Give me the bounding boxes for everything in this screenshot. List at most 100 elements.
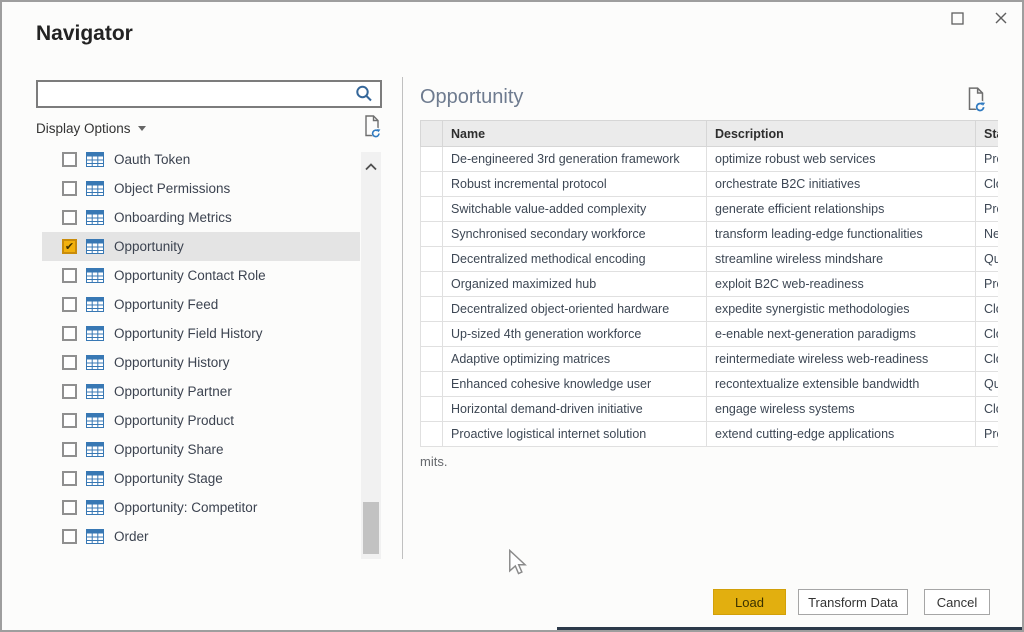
search-icon[interactable] (354, 84, 374, 104)
row-gutter-cell (421, 197, 443, 222)
table-row: Enhanced cohesive knowledge userrecontex… (421, 372, 999, 397)
table-row: Switchable value-added complexitygenerat… (421, 197, 999, 222)
preview-table-header-row: NameDescriptionSta (421, 121, 999, 147)
maximize-icon[interactable] (944, 6, 970, 30)
checkbox[interactable] (62, 500, 77, 515)
tree-item[interactable]: Opportunity Contact Role (42, 261, 360, 290)
checkbox[interactable] (62, 471, 77, 486)
tree-item-label: Object Permissions (114, 181, 230, 196)
caret-down-icon (138, 126, 146, 131)
checkbox[interactable] (62, 529, 77, 544)
truncation-note: mits. (420, 454, 447, 469)
row-gutter-cell (421, 372, 443, 397)
tree-item-label: Opportunity Stage (114, 471, 223, 486)
description-cell: exploit B2C web-readiness (707, 272, 976, 297)
scroll-up-icon[interactable] (361, 158, 381, 176)
tree-item[interactable]: Opportunity Share (42, 435, 360, 464)
row-gutter-cell (421, 147, 443, 172)
status-cell: Pro (976, 197, 999, 222)
status-cell: Clo (976, 397, 999, 422)
tree-item[interactable]: Opportunity Field History (42, 319, 360, 348)
column-header (421, 121, 443, 147)
preview-title: Opportunity (420, 86, 523, 109)
table-icon (86, 181, 104, 196)
checkbox-checked[interactable]: ✔ (62, 239, 77, 254)
name-cell: Decentralized object-oriented hardware (443, 297, 707, 322)
tree-item[interactable]: Opportunity History (42, 348, 360, 377)
tree-item-label: Opportunity History (114, 355, 230, 370)
description-cell: optimize robust web services (707, 147, 976, 172)
tree-scrollbar[interactable] (361, 152, 381, 559)
checkbox[interactable] (62, 210, 77, 225)
table-icon (86, 210, 104, 225)
checkbox[interactable] (62, 297, 77, 312)
checkbox[interactable] (62, 442, 77, 457)
tree-item[interactable]: Opportunity Partner (42, 377, 360, 406)
checkbox[interactable] (62, 268, 77, 283)
refresh-preview-icon[interactable] (965, 86, 987, 117)
table-icon (86, 413, 104, 428)
description-cell: orchestrate B2C initiatives (707, 172, 976, 197)
row-gutter-cell (421, 347, 443, 372)
tree-item[interactable]: Opportunity Stage (42, 464, 360, 493)
column-header: Name (443, 121, 707, 147)
refresh-list-icon[interactable] (362, 114, 382, 143)
table-row: Robust incremental protocolorchestrate B… (421, 172, 999, 197)
cancel-button[interactable]: Cancel (924, 589, 990, 615)
background-window-edge (557, 627, 1022, 630)
load-button[interactable]: Load (713, 589, 786, 615)
table-icon (86, 297, 104, 312)
row-gutter-cell (421, 397, 443, 422)
tree-item-label: Oauth Token (114, 152, 190, 167)
table-row: Decentralized methodical encodingstreaml… (421, 247, 999, 272)
status-cell: Clo (976, 172, 999, 197)
tree-item[interactable]: Opportunity: Competitor (42, 493, 360, 522)
description-cell: reintermediate wireless web-readiness (707, 347, 976, 372)
table-row: Horizontal demand-driven initiativeengag… (421, 397, 999, 422)
table-icon (86, 268, 104, 283)
description-cell: engage wireless systems (707, 397, 976, 422)
scrollbar-thumb[interactable] (363, 502, 379, 554)
mouse-cursor-icon (508, 549, 527, 581)
status-cell: Qu (976, 247, 999, 272)
status-cell: Clo (976, 322, 999, 347)
row-gutter-cell (421, 322, 443, 347)
checkbox[interactable] (62, 384, 77, 399)
description-cell: e-enable next-generation paradigms (707, 322, 976, 347)
tree-item[interactable]: ✔ Opportunity (42, 232, 360, 261)
close-icon[interactable] (988, 6, 1014, 30)
checkbox[interactable] (62, 152, 77, 167)
table-icon (86, 152, 104, 167)
checkbox[interactable] (62, 326, 77, 341)
tree-item[interactable]: Order (42, 522, 360, 551)
checkbox[interactable] (62, 181, 77, 196)
checkbox[interactable] (62, 355, 77, 370)
window-controls (944, 6, 1014, 30)
tree-item[interactable]: Opportunity Product (42, 406, 360, 435)
table-row: De-engineered 3rd generation frameworkop… (421, 147, 999, 172)
search-input[interactable] (38, 82, 354, 106)
table-row: Organized maximized hubexploit B2C web-r… (421, 272, 999, 297)
display-options-dropdown[interactable]: Display Options (36, 121, 146, 136)
tree-item[interactable]: Object Permissions (42, 174, 360, 203)
name-cell: Horizontal demand-driven initiative (443, 397, 707, 422)
status-cell: Pro (976, 422, 999, 447)
tree-item-label: Opportunity Share (114, 442, 224, 457)
tree-item-label: Opportunity (114, 239, 184, 254)
tree-item-label: Opportunity: Competitor (114, 500, 257, 515)
tree-item[interactable]: Opportunity Feed (42, 290, 360, 319)
name-cell: Adaptive optimizing matrices (443, 347, 707, 372)
name-cell: Proactive logistical internet solution (443, 422, 707, 447)
tree-item[interactable]: Oauth Token (42, 145, 360, 174)
row-gutter-cell (421, 297, 443, 322)
table-icon (86, 471, 104, 486)
checkbox[interactable] (62, 413, 77, 428)
name-cell: Switchable value-added complexity (443, 197, 707, 222)
name-cell: Decentralized methodical encoding (443, 247, 707, 272)
transform-data-button[interactable]: Transform Data (798, 589, 908, 615)
description-cell: generate efficient relationships (707, 197, 976, 222)
tree-item[interactable]: Onboarding Metrics (42, 203, 360, 232)
tree-item-label: Opportunity Field History (114, 326, 263, 341)
status-cell: Ne (976, 222, 999, 247)
display-options-label: Display Options (36, 121, 131, 136)
